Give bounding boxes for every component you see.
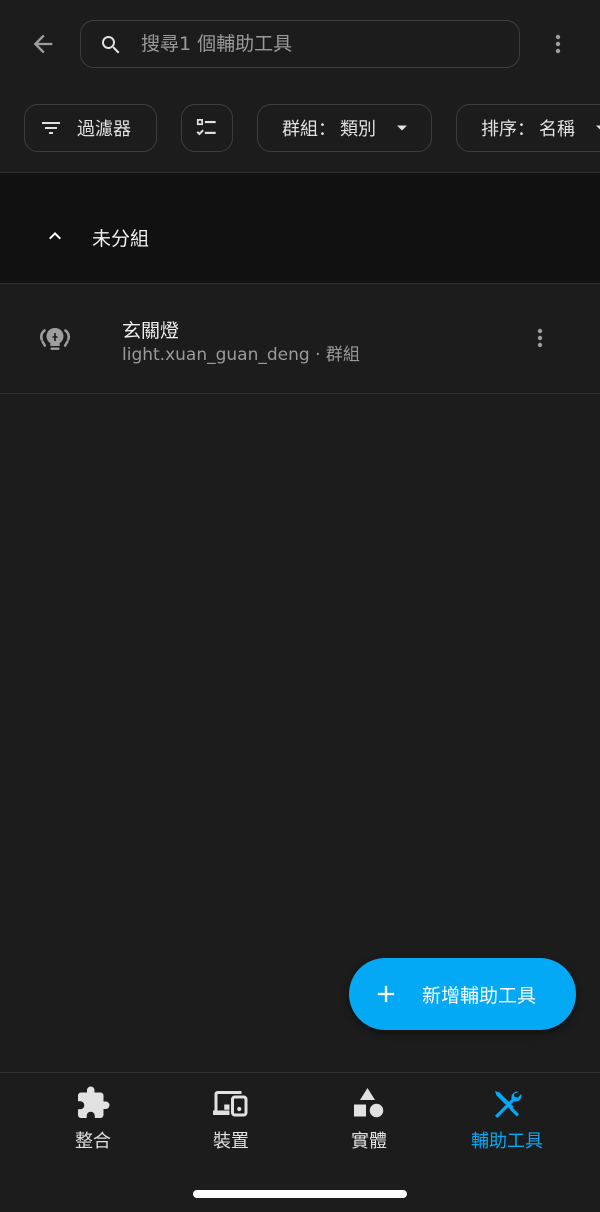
add-helper-label: 新增輔助工具	[422, 984, 537, 1007]
nav-item-helpers[interactable]: 輔助工具	[447, 1085, 567, 1155]
nav-item-devices[interactable]: 裝置	[171, 1085, 291, 1155]
group-title: 未分組	[92, 228, 150, 250]
filter-button-label: 過濾器	[77, 119, 131, 140]
back-button[interactable]	[22, 23, 64, 65]
search-input[interactable]	[141, 21, 501, 67]
group-header-ungrouped[interactable]: 未分組	[0, 173, 600, 284]
nav-label: 實體	[351, 1131, 387, 1152]
add-helper-button[interactable]: 新增輔助工具	[349, 958, 576, 1030]
nav-item-integrations[interactable]: 整合	[33, 1085, 153, 1155]
filter-icon	[42, 122, 60, 134]
more-vertical-icon	[555, 34, 561, 54]
sort-by-label: 排序：	[481, 119, 535, 140]
sort-by-dropdown[interactable]: 排序： 名稱	[456, 104, 600, 152]
nav-label: 裝置	[213, 1131, 249, 1152]
more-vertical-icon	[537, 328, 543, 348]
checklist-icon	[196, 119, 216, 136]
ceiling-lights-icon	[39, 328, 71, 350]
list-item[interactable]: 玄關燈 light.xuan_guan_deng · 群組	[0, 284, 600, 394]
item-overflow-menu-button[interactable]	[522, 320, 558, 356]
overflow-menu-button[interactable]	[540, 24, 576, 64]
group-by-dropdown[interactable]: 群組： 類別	[257, 104, 432, 152]
chevron-up-icon	[49, 232, 61, 240]
puzzle-icon	[78, 1086, 110, 1118]
home-indicator	[193, 1190, 407, 1198]
item-name: 玄關燈	[122, 320, 180, 342]
arrow-left-icon	[33, 34, 53, 54]
dropdown-arrow-icon	[397, 125, 407, 131]
sort-by-value: 名稱	[539, 119, 575, 140]
filter-bar: 過濾器 群組： 類別 排序： 名稱	[0, 86, 600, 173]
nav-item-entities[interactable]: 實體	[309, 1085, 429, 1155]
group-by-label: 群組：	[282, 119, 336, 140]
filter-button[interactable]: 過濾器	[24, 104, 157, 152]
top-app-bar	[0, 0, 600, 87]
group-by-value: 類別	[340, 119, 376, 140]
multi-select-button[interactable]	[181, 104, 233, 152]
item-subtitle: light.xuan_guan_deng · 群組	[122, 345, 360, 365]
shapes-icon	[354, 1088, 384, 1118]
nav-label: 整合	[75, 1131, 111, 1152]
plus-icon	[377, 985, 395, 1003]
tools-icon	[495, 1091, 522, 1118]
nav-label: 輔助工具	[471, 1131, 543, 1152]
dropdown-arrow-icon	[596, 125, 600, 130]
search-icon	[102, 36, 120, 54]
devices-icon	[213, 1091, 248, 1117]
search-field[interactable]	[80, 20, 520, 68]
